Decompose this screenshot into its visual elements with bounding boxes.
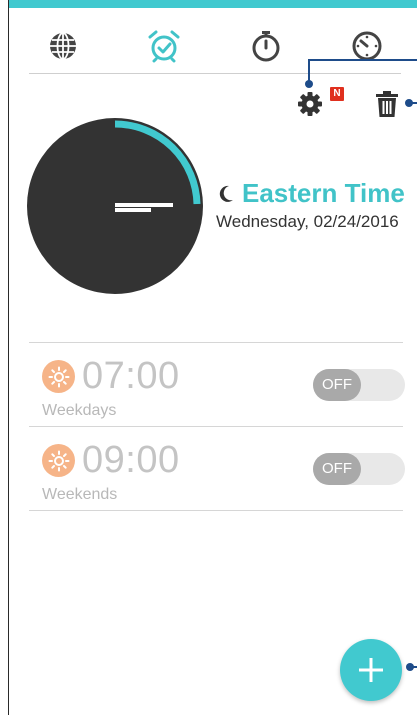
settings-button[interactable] [292,86,328,122]
alarm-list: 07:00 Weekdays OFF 09:00 Weekends OFF [29,342,405,511]
status-accent-bar [9,0,417,8]
add-alarm-button[interactable] [340,639,402,701]
sun-icon [42,360,75,393]
toggle-knob-label: OFF [313,369,361,401]
screen: N Eastern Time Wednesday, 02/24/2016 07:… [0,0,417,715]
callout-line-settings [308,59,417,61]
tab-alarm[interactable] [142,24,186,68]
trash-icon [376,91,398,117]
alarm-row[interactable]: 07:00 Weekdays OFF [29,343,405,427]
tab-stopwatch[interactable] [244,24,288,68]
alarm-time: 09:00 [82,439,180,481]
alarm-row[interactable]: 09:00 Weekends OFF [29,427,405,511]
date-text: Wednesday, 02/24/2016 [216,212,399,231]
globe-icon [50,32,76,60]
new-badge: N [330,87,344,101]
alarm-clock-icon [148,30,180,63]
alarm-repeat-label: Weekdays [42,402,117,419]
minute-hand [115,203,173,207]
hour-hand [115,208,151,212]
gear-icon [298,92,322,116]
sun-icon [42,444,75,477]
stopwatch-icon [252,31,280,62]
device-frame-left [0,0,9,715]
tab-timer[interactable] [345,24,389,68]
city-name: Eastern Time [242,178,405,208]
analog-clock [27,118,203,294]
alarm-repeat-label: Weekends [42,486,118,503]
tab-world-clock[interactable] [41,24,85,68]
callout-dot-delete [405,99,413,107]
tab-bar [29,20,401,74]
delete-button[interactable] [369,86,405,122]
moon-icon [219,185,233,202]
callout-dot-add [406,663,414,671]
timer-icon [352,31,382,61]
alarm-time: 07:00 [82,355,180,397]
alarm-toggle[interactable]: OFF [313,369,405,401]
plus-icon [359,658,383,682]
toggle-knob-label: OFF [313,453,361,485]
alarm-toggle[interactable]: OFF [313,453,405,485]
city-row: Eastern Time [218,178,405,209]
